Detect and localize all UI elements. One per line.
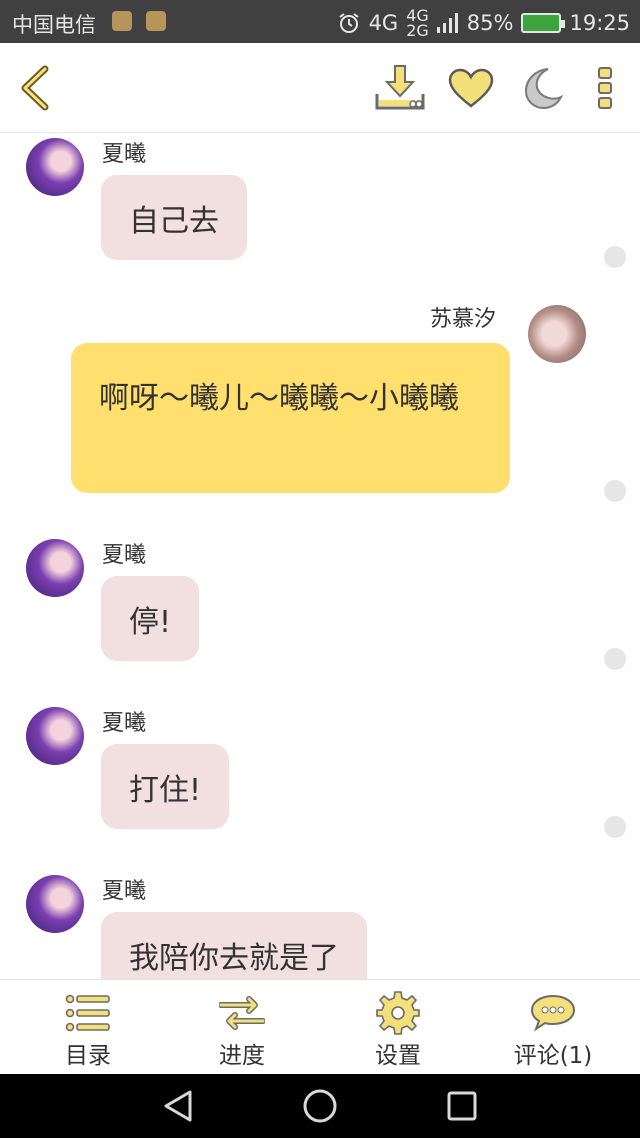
back-chevron-icon [21, 65, 49, 111]
network-secondary-label: 4G 2G [406, 6, 429, 40]
sender-name: 夏曦 [102, 543, 147, 568]
avatar[interactable] [26, 539, 84, 597]
download-button[interactable] [375, 63, 425, 113]
nav-label: 评论(1) [513, 1043, 593, 1069]
avatar[interactable] [528, 305, 586, 363]
nav-item-settings[interactable]: 设置 [318, 980, 478, 1075]
sender-name: 夏曦 [102, 879, 147, 904]
bottom-nav: 目录 进度 设置 评论(1) [0, 979, 640, 1074]
nav-label: 设置 [375, 1043, 421, 1069]
message-bubble[interactable]: 停! [101, 576, 200, 661]
nav-item-comments[interactable]: 评论(1) [473, 980, 633, 1075]
reader-chat-screen: 中国电信 4G 4G 2G 85% 19:25 夏曦 自己去 苏慕汐 啊呀～曦儿… [0, 0, 640, 1138]
more-button[interactable] [580, 63, 630, 113]
more-vertical-icon [598, 67, 612, 109]
night-mode-button[interactable] [517, 63, 567, 113]
status-indicators: 4G 4G 2G 85% 19:25 [337, 6, 630, 40]
nav-label: 进度 [219, 1043, 265, 1069]
comment-icon [528, 992, 578, 1034]
network-type-label: 4G [368, 11, 399, 35]
system-recents-button[interactable] [442, 1086, 482, 1126]
nav-item-catalog[interactable]: 目录 [8, 980, 168, 1075]
heart-icon [448, 68, 494, 108]
sender-name: 苏慕汐 [430, 307, 497, 332]
comment-dot[interactable] [604, 816, 626, 838]
alarm-icon [338, 13, 359, 33]
comment-dot[interactable] [604, 246, 626, 268]
list-icon [63, 992, 113, 1034]
battery-percent: 85% [466, 11, 514, 35]
gear-icon [373, 991, 423, 1035]
message-bubble[interactable]: 打住! [101, 744, 230, 829]
comment-dot[interactable] [604, 480, 626, 502]
notification-app-icon [112, 11, 132, 31]
system-home-button[interactable] [300, 1086, 340, 1126]
signal-icon [436, 13, 458, 33]
favorite-button[interactable] [446, 63, 496, 113]
moon-icon [524, 68, 564, 110]
back-triangle-icon [164, 1090, 192, 1122]
avatar[interactable] [26, 138, 84, 196]
message-bubble[interactable]: 我陪你去就是了 [101, 912, 367, 979]
message-bubble[interactable]: 自己去 [101, 175, 247, 260]
clock: 19:25 [569, 11, 630, 35]
nav-label: 目录 [65, 1043, 111, 1069]
recents-square-icon [447, 1091, 477, 1121]
sender-name: 夏曦 [102, 142, 147, 167]
swap-arrows-icon [217, 992, 267, 1034]
avatar[interactable] [26, 875, 84, 933]
battery-icon [521, 13, 566, 33]
sender-name: 夏曦 [102, 711, 147, 736]
status-bar: 中国电信 4G 4G 2G 85% 19:25 [0, 0, 640, 43]
message-bubble[interactable]: 啊呀～曦儿～曦曦～小曦曦 [71, 343, 510, 493]
comment-dot[interactable] [604, 648, 626, 670]
back-button[interactable] [10, 63, 60, 113]
carrier-label: 中国电信 [12, 13, 96, 37]
avatar[interactable] [26, 707, 84, 765]
system-nav-bar [0, 1074, 640, 1138]
system-back-button[interactable] [158, 1086, 198, 1126]
home-circle-icon [303, 1089, 337, 1123]
chat-area[interactable]: 夏曦 自己去 苏慕汐 啊呀～曦儿～曦曦～小曦曦 夏曦 停! 夏曦 打住! 夏曦 … [0, 133, 640, 979]
top-toolbar [0, 43, 640, 133]
notification-gallery-icon [146, 11, 166, 31]
nav-item-progress[interactable]: 进度 [162, 980, 322, 1075]
download-icon [375, 65, 425, 110]
